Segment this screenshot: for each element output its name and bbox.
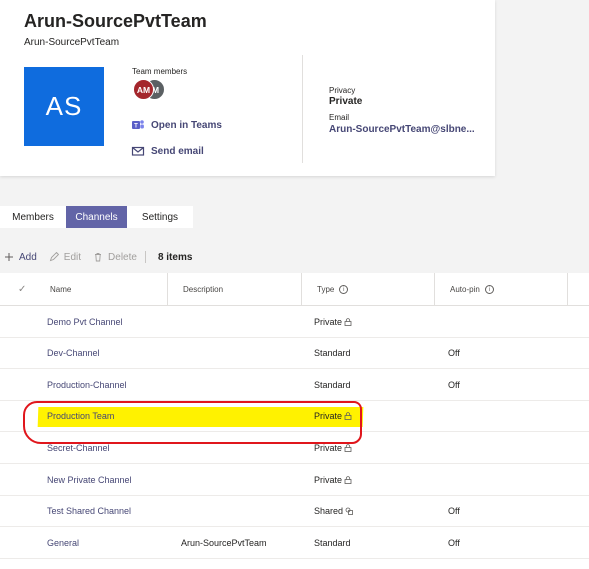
channel-auto-pin: Off xyxy=(448,379,460,390)
column-header-name[interactable]: Name xyxy=(50,273,71,306)
channels-table: ✓ Name Description Type i Auto-pin i Demo … xyxy=(0,273,589,569)
svg-text:T: T xyxy=(134,124,138,130)
tab-channels[interactable]: Channels xyxy=(66,206,127,228)
channel-name-link[interactable]: Dev-Channel xyxy=(47,338,100,369)
add-label: Add xyxy=(19,251,37,263)
info-icon[interactable]: i xyxy=(484,285,494,294)
channel-auto-pin: Off xyxy=(448,537,460,548)
column-header-auto-pin[interactable]: Auto-pin i xyxy=(450,273,494,306)
open-in-teams-link[interactable]: T Open in Teams xyxy=(131,117,222,133)
channel-auto-pin: Off xyxy=(448,348,460,359)
shared-icon xyxy=(345,507,353,515)
channel-type: Standard xyxy=(314,527,351,558)
delete-label: Delete xyxy=(108,251,137,263)
email-label: Email xyxy=(329,113,350,122)
table-row[interactable]: General Arun-SourcePvtTeam Standard Off xyxy=(0,527,589,559)
column-header-type[interactable]: Type i xyxy=(317,273,349,306)
team-info-card: Arun-SourcePvtTeam Arun-SourcePvtTeam AS… xyxy=(0,0,495,176)
column-divider[interactable] xyxy=(301,273,302,306)
channel-type-label: Private xyxy=(314,316,343,327)
add-button[interactable]: Add xyxy=(4,252,37,263)
trash-icon xyxy=(95,253,102,262)
lock-icon xyxy=(344,317,352,326)
channel-name-link[interactable]: New Private Channel xyxy=(47,464,132,495)
tab-bar: Members Channels Settings xyxy=(0,206,193,228)
channel-type-label: Standard xyxy=(314,537,351,548)
divider xyxy=(302,55,303,163)
edit-label: Edit xyxy=(63,251,82,263)
tab-settings[interactable]: Settings xyxy=(127,206,193,228)
channel-name-link[interactable]: Test Shared Channel xyxy=(47,496,131,527)
column-header-description[interactable]: Description xyxy=(183,273,223,306)
column-divider[interactable] xyxy=(567,273,568,306)
channel-type: Standard xyxy=(314,369,351,400)
table-row[interactable]: Production-Channel Standard Off xyxy=(0,369,589,401)
team-avatar: AS xyxy=(24,67,104,146)
channel-type: Private xyxy=(314,306,352,337)
team-members-label: Team members xyxy=(132,67,188,76)
lock-icon xyxy=(344,475,352,484)
channel-type: Standard xyxy=(314,338,351,369)
team-subtitle: Arun-SourcePvtTeam xyxy=(24,37,120,48)
email-value-link[interactable]: Arun-SourcePvtTeam@slbne... xyxy=(329,124,475,135)
channel-type: Shared xyxy=(314,496,353,527)
member-avatars[interactable]: AM M xyxy=(133,79,167,101)
item-count: 8 items xyxy=(157,251,193,263)
mail-icon xyxy=(131,146,145,156)
table-row[interactable]: Demo Pvt Channel Private xyxy=(0,306,589,338)
channel-name-link[interactable]: Production-Channel xyxy=(47,369,127,400)
column-header-type-label: Type xyxy=(317,285,335,294)
column-divider[interactable] xyxy=(434,273,435,306)
table-row[interactable]: Dev-Channel Standard Off xyxy=(0,338,589,370)
column-header-auto-pin-label: Auto-pin xyxy=(450,285,480,294)
member-avatar[interactable]: AM xyxy=(133,79,154,100)
privacy-label: Privacy xyxy=(329,86,356,95)
teams-icon: T xyxy=(132,120,144,130)
open-in-teams-label: Open in Teams xyxy=(151,119,222,131)
channel-type: Private xyxy=(314,464,352,495)
delete-button[interactable]: Delete xyxy=(93,252,137,263)
channel-description: Arun-SourcePvtTeam xyxy=(181,537,267,548)
column-divider[interactable] xyxy=(167,273,168,306)
team-title: Arun-SourcePvtTeam xyxy=(24,11,207,31)
lock-icon xyxy=(344,444,352,452)
tab-members[interactable]: Members xyxy=(0,206,66,228)
table-row[interactable]: New Private Channel Private xyxy=(0,464,589,496)
column-header-description-label: Description xyxy=(183,285,224,294)
plus-icon xyxy=(5,253,13,261)
red-annotation-outline xyxy=(23,401,362,444)
info-icon[interactable]: i xyxy=(339,285,349,294)
command-bar: Add Edit Delete 8 items xyxy=(0,242,589,272)
channel-type-label: Private xyxy=(314,474,343,485)
edit-button[interactable]: Edit xyxy=(49,252,81,263)
send-email-link[interactable]: Send email xyxy=(131,143,204,159)
send-email-label: Send email xyxy=(151,145,204,157)
table-row[interactable]: Test Shared Channel Shared Off xyxy=(0,496,589,528)
channel-type-label: Shared xyxy=(314,506,344,517)
column-header-name-label: Name xyxy=(50,285,72,294)
table-header: ✓ Name Description Type i Auto-pin i xyxy=(0,273,589,306)
select-all-checkbox[interactable]: ✓ xyxy=(18,273,26,306)
channel-auto-pin: Off xyxy=(448,506,460,517)
channel-type-label: Private xyxy=(314,442,343,453)
channel-name-link[interactable]: Demo Pvt Channel xyxy=(47,306,123,337)
channel-name-link[interactable]: General xyxy=(47,527,79,558)
channel-type-label: Standard xyxy=(314,348,351,359)
channel-type-label: Standard xyxy=(314,379,351,390)
toolbar-separator xyxy=(144,251,146,263)
privacy-value: Private xyxy=(329,96,363,107)
pencil-icon xyxy=(49,252,59,262)
